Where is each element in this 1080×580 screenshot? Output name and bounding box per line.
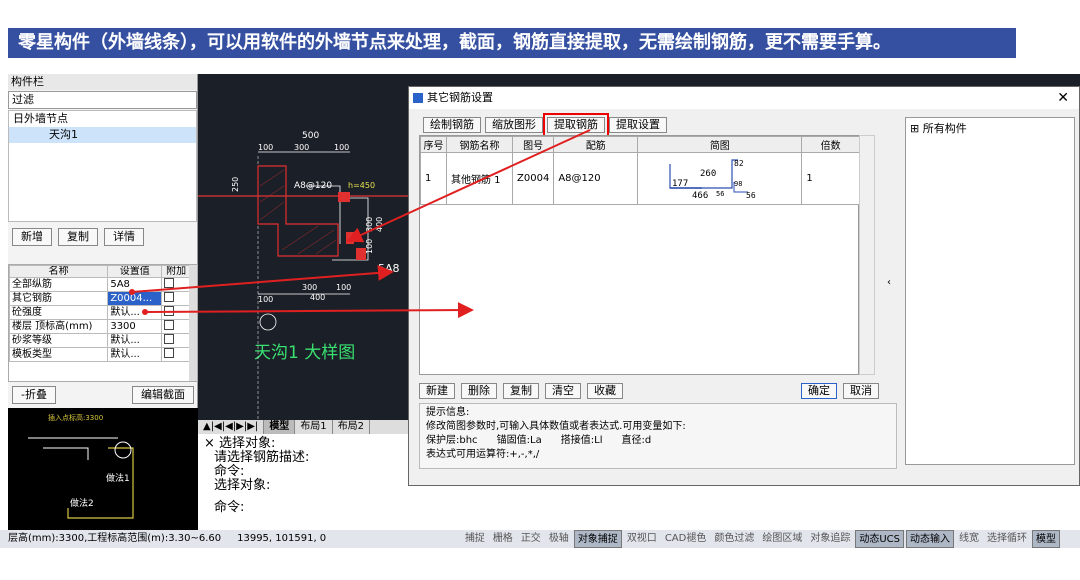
snap-toggle[interactable]: 对象捕捉 <box>573 530 622 548</box>
snap-toggle[interactable]: 模型 <box>1032 530 1060 548</box>
snap-toggle[interactable]: 线宽 <box>956 530 982 548</box>
arrow-2 <box>144 302 474 319</box>
snap-toggle[interactable]: 正交 <box>518 530 544 548</box>
snap-toggle[interactable]: 捕捉 <box>462 530 488 548</box>
snap-toggle[interactable]: 绘图区域 <box>759 530 805 548</box>
snap-toggle[interactable]: 栅格 <box>490 530 516 548</box>
snap-toggle[interactable]: 极轴 <box>546 530 572 548</box>
snap-toggle[interactable]: 颜色过滤 <box>711 530 757 548</box>
annotation-arrows <box>129 129 591 319</box>
arrow-3 <box>346 129 591 243</box>
snap-toggle[interactable]: 双视口 <box>624 530 660 548</box>
snap-toggles: 捕捉 栅格 正交 极轴 对象捕捉 双视口 CAD褪色 颜色过滤 绘图区域 对象追踪 动态UCS 动态输… <box>462 530 1080 548</box>
arrow-1 <box>131 264 394 293</box>
status-bar: 层高(mm):3300,工程标高范围(m):3.30~6.60 13995, 1… <box>0 530 1080 548</box>
snap-toggle[interactable]: 动态UCS <box>855 530 904 548</box>
snap-toggle[interactable]: 对象追踪 <box>807 530 853 548</box>
snap-toggle[interactable]: CAD褪色 <box>662 530 710 548</box>
status-floor: 层高(mm):3300,工程标高范围(m):3.30~6.60 <box>8 533 222 544</box>
snap-toggle[interactable]: 选择循环 <box>984 530 1030 548</box>
status-coord: 13995, 101591, 0 <box>237 533 327 544</box>
snap-toggle[interactable]: 动态输入 <box>906 530 954 548</box>
